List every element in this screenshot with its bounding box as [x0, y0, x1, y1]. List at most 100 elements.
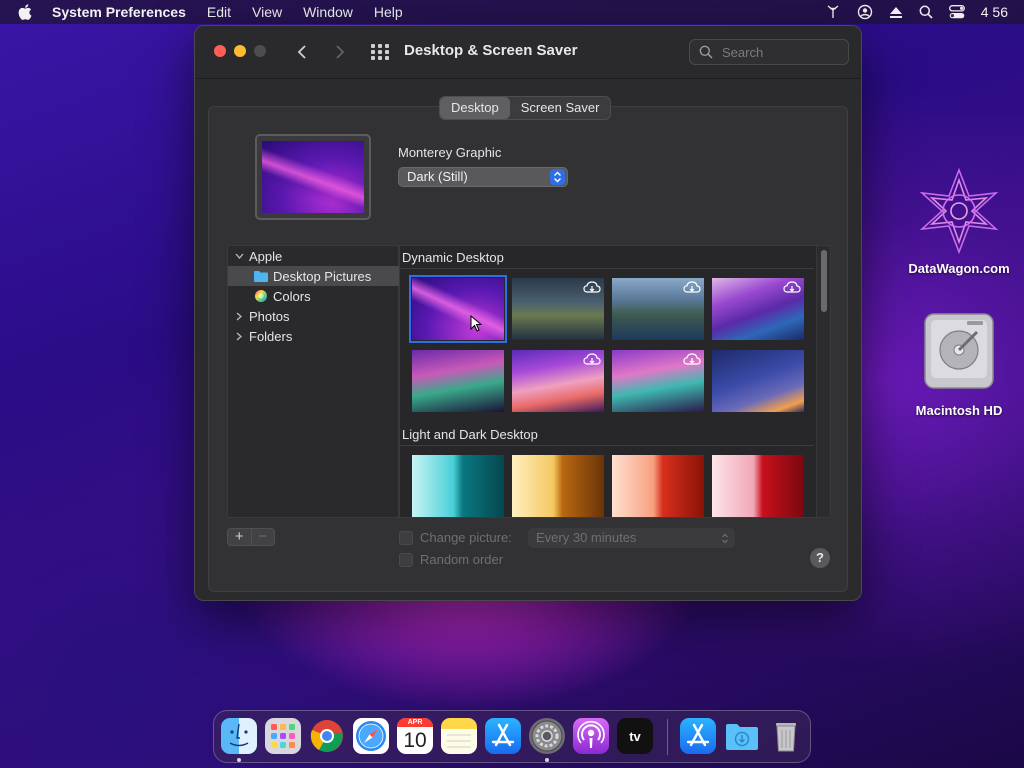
- wallpaper-thumb-graphic-sunset[interactable]: [712, 350, 804, 412]
- download-cloud-icon: [583, 353, 601, 365]
- minimize-button[interactable]: [234, 45, 246, 57]
- random-order-checkbox[interactable]: [399, 552, 413, 567]
- wallpaper-thumb-graphic-dunes[interactable]: [512, 350, 604, 412]
- menu-view[interactable]: View: [252, 4, 282, 20]
- source-colors-label: Colors: [273, 288, 311, 304]
- search-icon: [699, 45, 713, 59]
- wallpaper-thumb-purple-mountains[interactable]: [712, 278, 804, 340]
- menu-bar: System Preferences Edit View Window Help…: [0, 0, 1024, 24]
- running-indicator: [545, 758, 549, 762]
- datawagon-label: DataWagon.com: [908, 261, 1010, 276]
- safari-compass-icon: [356, 721, 386, 751]
- wallpaper-thumb-big-sur-coast[interactable]: [512, 278, 604, 340]
- dock-notes[interactable]: [441, 718, 477, 754]
- wallpaper-thumb-graphic-coast[interactable]: [612, 350, 704, 412]
- source-group-folders[interactable]: Folders: [228, 326, 403, 346]
- tv-label: tv: [629, 728, 641, 744]
- wallpaper-thumb-orange[interactable]: [612, 455, 704, 517]
- dock-finder[interactable]: [221, 718, 257, 754]
- tab-desktop[interactable]: Desktop: [440, 97, 510, 119]
- downloads-folder-icon: [726, 724, 758, 750]
- zoom-button[interactable]: [254, 45, 266, 57]
- menu-window[interactable]: Window: [303, 4, 353, 20]
- mandala-icon: [919, 167, 999, 255]
- apple-menu-icon[interactable]: [18, 4, 34, 20]
- macintosh-hd-desktop-icon[interactable]: Macintosh HD: [904, 310, 1014, 420]
- wallpaper-thumb-yellow[interactable]: [512, 455, 604, 517]
- search-input[interactable]: [720, 43, 844, 61]
- wallpaper-thumb-teal[interactable]: [412, 455, 504, 517]
- wallpaper-thumb-monterey[interactable]: [409, 275, 507, 343]
- menu-edit[interactable]: Edit: [207, 4, 231, 20]
- dock-app-store[interactable]: [485, 718, 521, 754]
- change-picture-option[interactable]: Change picture:: [399, 530, 512, 545]
- wallpaper-browser: Dynamic Desktop Light and Dark Desktop: [399, 245, 831, 518]
- dock-podcasts[interactable]: [573, 718, 609, 754]
- source-apple-label: Apple: [249, 248, 283, 264]
- menu-help[interactable]: Help: [374, 4, 403, 20]
- section-divider: [400, 268, 814, 269]
- download-cloud-icon: [683, 353, 701, 365]
- dock-safari[interactable]: [353, 718, 389, 754]
- chevron-down-icon: [233, 250, 245, 262]
- hard-drive-icon: [924, 313, 994, 389]
- dock-apple-tv[interactable]: tv: [617, 718, 653, 754]
- back-button[interactable]: [293, 41, 311, 63]
- chevron-left-icon: [297, 45, 306, 59]
- trash-icon: [776, 723, 796, 752]
- source-photos-label: Photos: [249, 308, 290, 324]
- show-all-button[interactable]: [370, 43, 390, 61]
- calendar-month: APR: [397, 718, 433, 727]
- source-item-desktop-pictures[interactable]: Desktop Pictures: [228, 266, 424, 286]
- chrome-icon: [310, 720, 343, 752]
- section-divider: [400, 445, 814, 446]
- popup-chevron-icon: [550, 169, 565, 185]
- scroll-knob[interactable]: [821, 250, 827, 312]
- dock-calendar[interactable]: APR 10: [397, 718, 433, 754]
- eject-icon[interactable]: [889, 6, 903, 19]
- finder-icon: [229, 723, 249, 747]
- macintosh-hd-label: Macintosh HD: [915, 403, 1003, 418]
- random-order-option[interactable]: Random order: [399, 552, 503, 567]
- appearance-popup[interactable]: Dark (Still): [398, 167, 568, 187]
- dock-system-preferences[interactable]: [529, 718, 565, 754]
- popup-chevron-icon: [722, 533, 728, 544]
- interval-popup[interactable]: Every 30 minutes: [528, 528, 735, 548]
- section-dynamic-desktop: Dynamic Desktop: [402, 250, 504, 265]
- dock-launchpad[interactable]: [265, 718, 301, 754]
- menu-clock[interactable]: 4 56: [981, 4, 1008, 20]
- source-group-apple[interactable]: Apple: [228, 246, 403, 266]
- dock-app-store-downloads[interactable]: [680, 718, 716, 754]
- app-store-icon: [491, 723, 515, 747]
- wallpaper-thumb-catalina-island[interactable]: [612, 278, 704, 340]
- source-item-colors[interactable]: Colors: [228, 286, 424, 306]
- dock-trash[interactable]: [768, 718, 804, 754]
- add-folder-button[interactable]: +: [228, 529, 251, 545]
- wallpaper-thumb-graphic-lake[interactable]: [412, 350, 504, 412]
- search-field[interactable]: [689, 39, 849, 65]
- source-folders-label: Folders: [249, 328, 293, 344]
- change-picture-label: Change picture:: [420, 530, 512, 545]
- forward-button[interactable]: [331, 41, 349, 63]
- datawagon-desktop-icon[interactable]: DataWagon.com: [904, 166, 1014, 276]
- wallpaper-name: Monterey Graphic: [398, 145, 502, 160]
- user-account-icon[interactable]: [857, 4, 873, 20]
- change-picture-checkbox[interactable]: [399, 530, 413, 545]
- control-center-icon[interactable]: [948, 5, 965, 19]
- close-button[interactable]: [214, 45, 226, 57]
- menu-app-name[interactable]: System Preferences: [52, 4, 186, 20]
- help-button[interactable]: ?: [810, 548, 830, 568]
- source-group-photos[interactable]: Photos: [228, 306, 403, 326]
- dock-downloads-folder[interactable]: [724, 718, 760, 754]
- tab-screen-saver[interactable]: Screen Saver: [510, 97, 611, 119]
- launchpad-icon: [271, 724, 295, 748]
- download-cloud-icon: [583, 281, 601, 293]
- mouse-pointer-icon: [470, 315, 482, 332]
- browser-scrollbar[interactable]: [816, 246, 830, 517]
- remove-folder-button[interactable]: −: [250, 529, 275, 545]
- spotlight-search-icon[interactable]: [919, 5, 933, 19]
- wallpaper-thumb-pink[interactable]: [712, 455, 804, 517]
- network-status-icon[interactable]: [825, 5, 841, 19]
- dock-chrome[interactable]: [309, 718, 345, 754]
- chevron-right-icon: [233, 330, 245, 342]
